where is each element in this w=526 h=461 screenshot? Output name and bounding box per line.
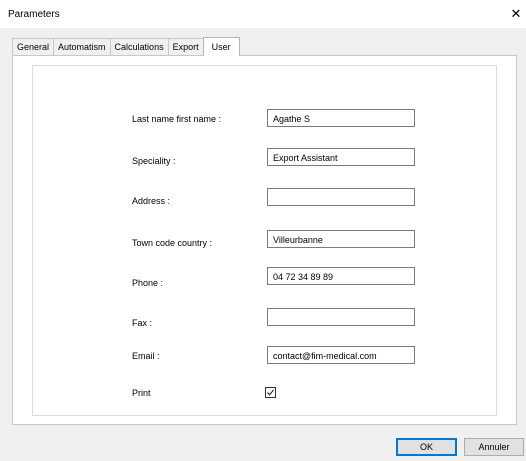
print-label: Print <box>132 388 151 398</box>
town-code-country-label: Town code country : <box>132 238 213 248</box>
speciality-label: Speciality : <box>132 156 176 166</box>
tab-export[interactable]: Export <box>167 38 204 55</box>
close-button[interactable]: ✕ <box>506 0 526 28</box>
fax-field[interactable] <box>267 308 415 326</box>
close-icon: ✕ <box>510 6 522 21</box>
phone-value: 04 72 34 89 89 <box>273 272 334 282</box>
ok-button[interactable]: OK <box>396 438 457 456</box>
last-name-first-name-field[interactable]: Agathe S <box>267 109 415 127</box>
address-field[interactable] <box>267 188 415 206</box>
town-code-country-field[interactable]: Villeurbanne <box>267 230 415 248</box>
print-checkbox[interactable] <box>265 387 276 398</box>
cancel-button[interactable]: Annuler <box>464 438 524 456</box>
checkmark-icon <box>267 389 275 396</box>
email-label: Email : <box>132 351 160 361</box>
last-name-first-name-value: Agathe S <box>273 114 311 124</box>
email-value: contact@fim-medical.com <box>273 351 377 361</box>
phone-field[interactable]: 04 72 34 89 89 <box>267 267 415 285</box>
user-tab-panel: Last name first name : Agathe S Speciali… <box>12 55 517 425</box>
tab-strip: General Automatism Calculations Export U… <box>12 37 240 56</box>
phone-label: Phone : <box>132 278 164 288</box>
tab-automatism[interactable]: Automatism <box>53 38 111 55</box>
last-name-first-name-label: Last name first name : <box>132 114 222 124</box>
fax-label: Fax : <box>132 318 153 328</box>
tab-general[interactable]: General <box>12 38 55 55</box>
tab-user[interactable]: User <box>202 37 240 56</box>
form-frame <box>32 65 497 416</box>
email-field[interactable]: contact@fim-medical.com <box>267 346 415 364</box>
speciality-value: Export Assistant <box>273 153 338 163</box>
address-label: Address : <box>132 196 171 206</box>
town-code-country-value: Villeurbanne <box>273 235 323 245</box>
speciality-field[interactable]: Export Assistant <box>267 148 415 166</box>
tab-calculations[interactable]: Calculations <box>109 38 169 55</box>
title-bar: Parameters ✕ <box>0 0 526 28</box>
window-title: Parameters <box>8 9 60 20</box>
